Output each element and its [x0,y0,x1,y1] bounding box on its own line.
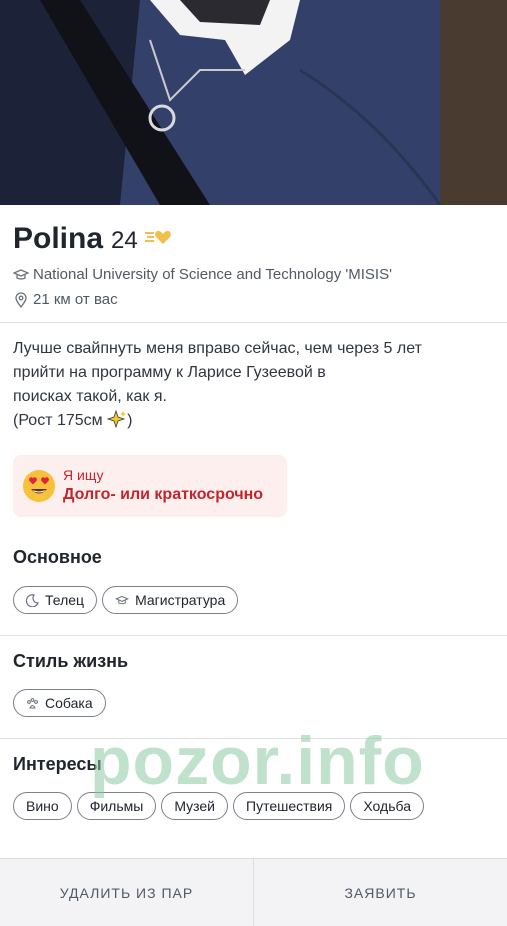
watermark: pozor.info [90,723,425,799]
report-button[interactable]: ЗАЯВИТЬ [254,859,507,926]
gold-heart-icon [144,228,172,251]
profile-age: 24 [111,227,138,254]
chip-label: Собака [45,695,93,711]
chip-interest: Путешествия [233,792,346,820]
paw-icon [26,697,39,710]
graduation-cap-icon [115,594,130,607]
basics-chips: Телец Магистратура [13,586,239,614]
chip-interest: Музей [161,792,228,820]
divider [0,738,507,739]
chip-label: Телец [45,592,85,608]
chip-interest: Вино [13,792,72,820]
name-row: Polina 24 [13,222,172,256]
looking-for-label: Я ищу [63,467,104,483]
chip-pet: Собака [13,689,106,717]
chip-label: Магистратура [135,592,226,608]
bio-body: Лучше свайпнуть меня вправо сейчас, чем … [13,340,422,429]
action-bar: УДАЛИТЬ ИЗ ПАР ЗАЯВИТЬ [0,858,507,926]
bio-suffix: ) [127,412,133,429]
chip-interest: Ходьба [350,792,424,820]
divider [0,322,507,323]
lifestyle-chips: Собака [13,689,106,717]
university-text: National University of Science and Techn… [33,266,392,283]
moon-icon [26,593,39,607]
unmatch-button[interactable]: УДАЛИТЬ ИЗ ПАР [0,859,253,926]
bio-text: Лучше свайпнуть меня вправо сейчас, чем … [13,337,483,433]
profile-photo[interactable] [0,0,507,205]
looking-for-card: Я ищу Долго- или краткосрочно [13,455,287,517]
profile-name: Polina [13,222,104,255]
graduation-cap-icon [13,267,29,283]
distance-text: 21 км от вас [33,291,118,308]
interests-chips: Вино Фильмы Музей Путешествия Ходьба [13,792,424,820]
lifestyle-title: Стиль жизнь [13,651,129,671]
interests-title: Интересы [13,754,102,774]
chip-interest: Фильмы [76,792,157,820]
divider [0,635,507,636]
sparkles-icon [106,409,127,429]
looking-for-value: Долго- или краткосрочно [63,486,264,503]
location-pin-icon [13,291,29,308]
basics-title: Основное [13,547,102,567]
university-row: National University of Science and Techn… [13,266,392,283]
distance-row: 21 км от вас [13,291,118,308]
chip-education: Магистратура [102,586,239,614]
chip-zodiac: Телец [13,586,98,614]
heart-eyes-emoji-icon [22,469,56,508]
